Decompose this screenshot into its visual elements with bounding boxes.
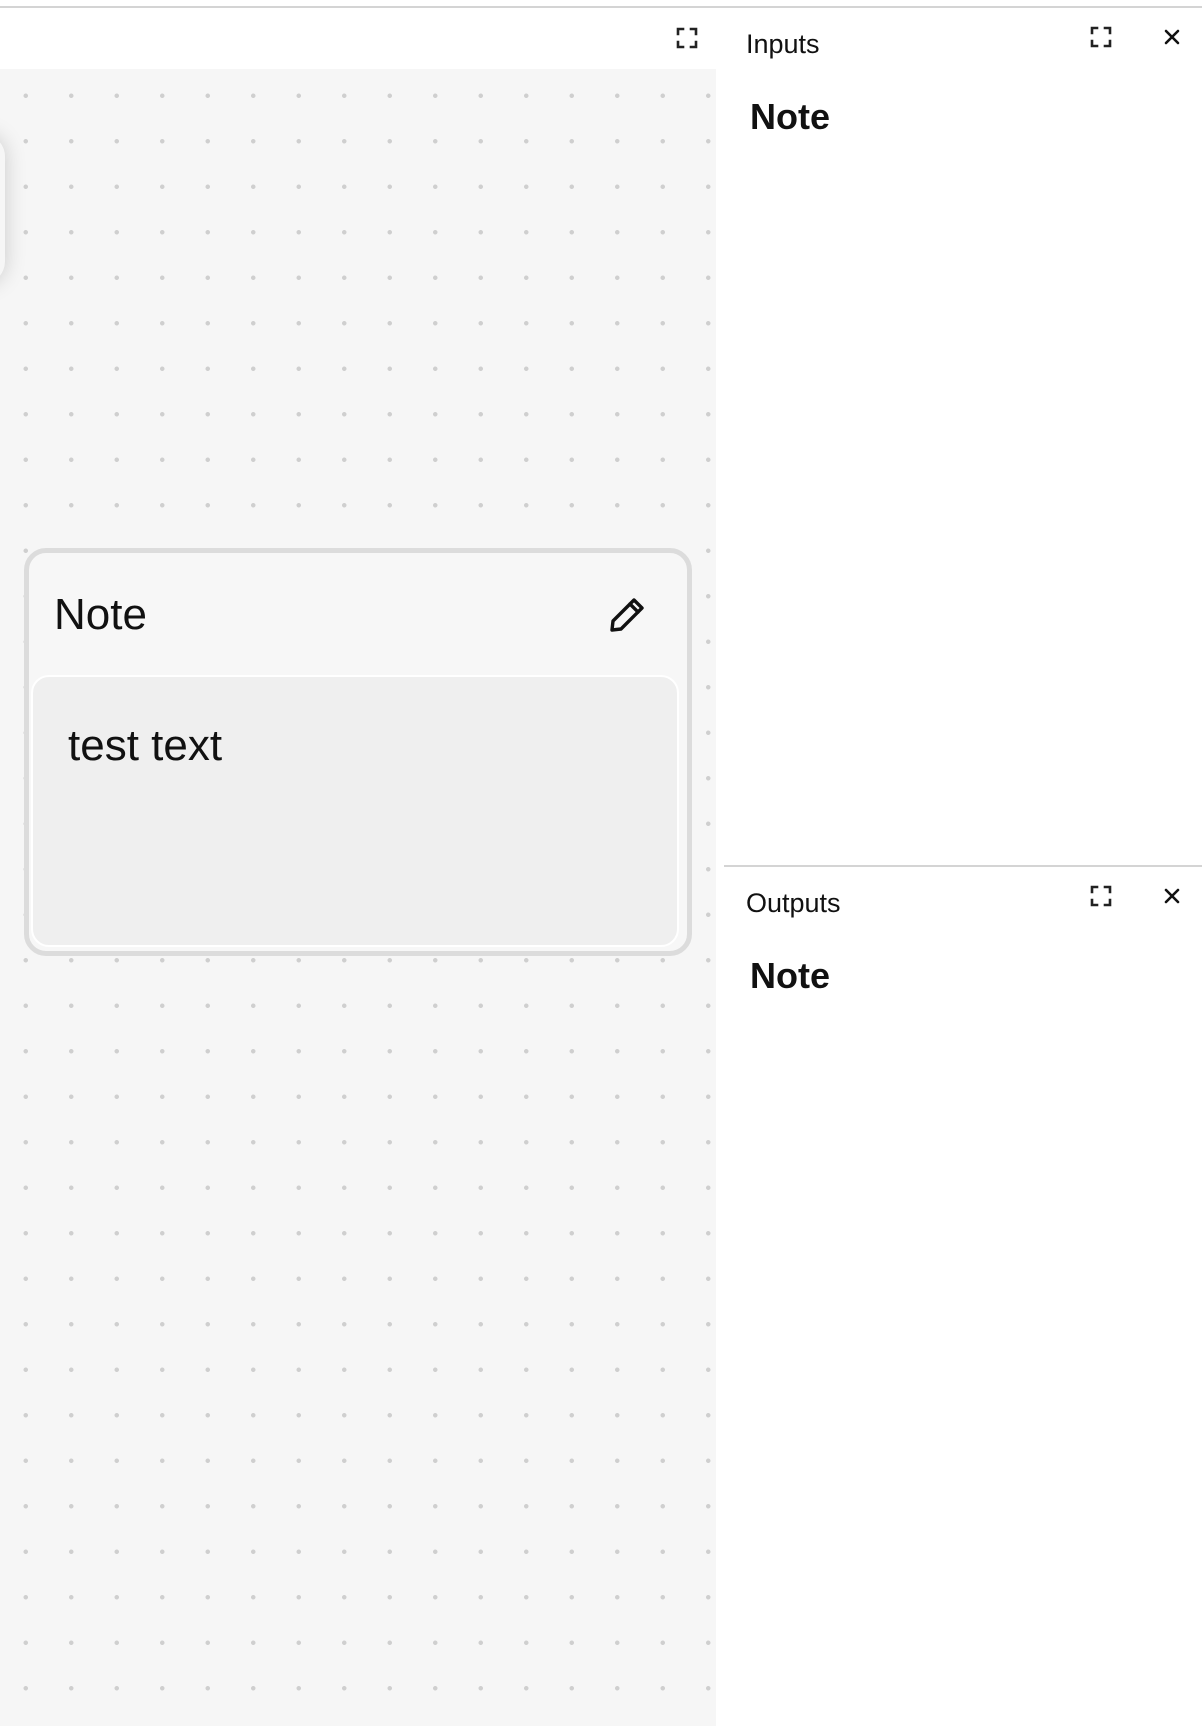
note-node-title: Note (54, 590, 147, 639)
note-edit-button[interactable] (602, 590, 652, 640)
canvas-expand-button[interactable] (670, 21, 704, 55)
offscreen-node-edge (0, 134, 5, 284)
expand-icon (1090, 885, 1112, 907)
inputs-panel-label: Inputs (746, 29, 820, 59)
workflow-canvas[interactable]: Note test text (0, 69, 716, 1726)
close-icon (1163, 887, 1181, 905)
outputs-panel-label: Outputs (746, 888, 841, 918)
note-node-text: test text (68, 721, 223, 770)
outputs-expand-button[interactable] (1084, 879, 1118, 913)
expand-icon (1090, 26, 1112, 48)
expand-icon (676, 27, 698, 49)
note-node[interactable]: Note test text (24, 548, 692, 956)
canvas-panel: Note test text (0, 8, 716, 1726)
close-icon (1163, 28, 1181, 46)
canvas-toolbar (0, 8, 716, 69)
inputs-panel-heading: Note (750, 96, 830, 137)
outputs-panel: Outputs Note (724, 867, 1202, 1726)
app-root: Note test text Inputs Note Outputs Note (0, 0, 1202, 1726)
note-node-body[interactable]: test text (31, 675, 679, 947)
note-node-header: Note (29, 553, 687, 673)
inputs-panel: Inputs Note (724, 8, 1202, 865)
inputs-close-button[interactable] (1155, 20, 1189, 54)
inputs-expand-button[interactable] (1084, 20, 1118, 54)
outputs-close-button[interactable] (1155, 879, 1189, 913)
pencil-icon (607, 595, 647, 635)
outputs-panel-heading: Note (750, 955, 830, 996)
